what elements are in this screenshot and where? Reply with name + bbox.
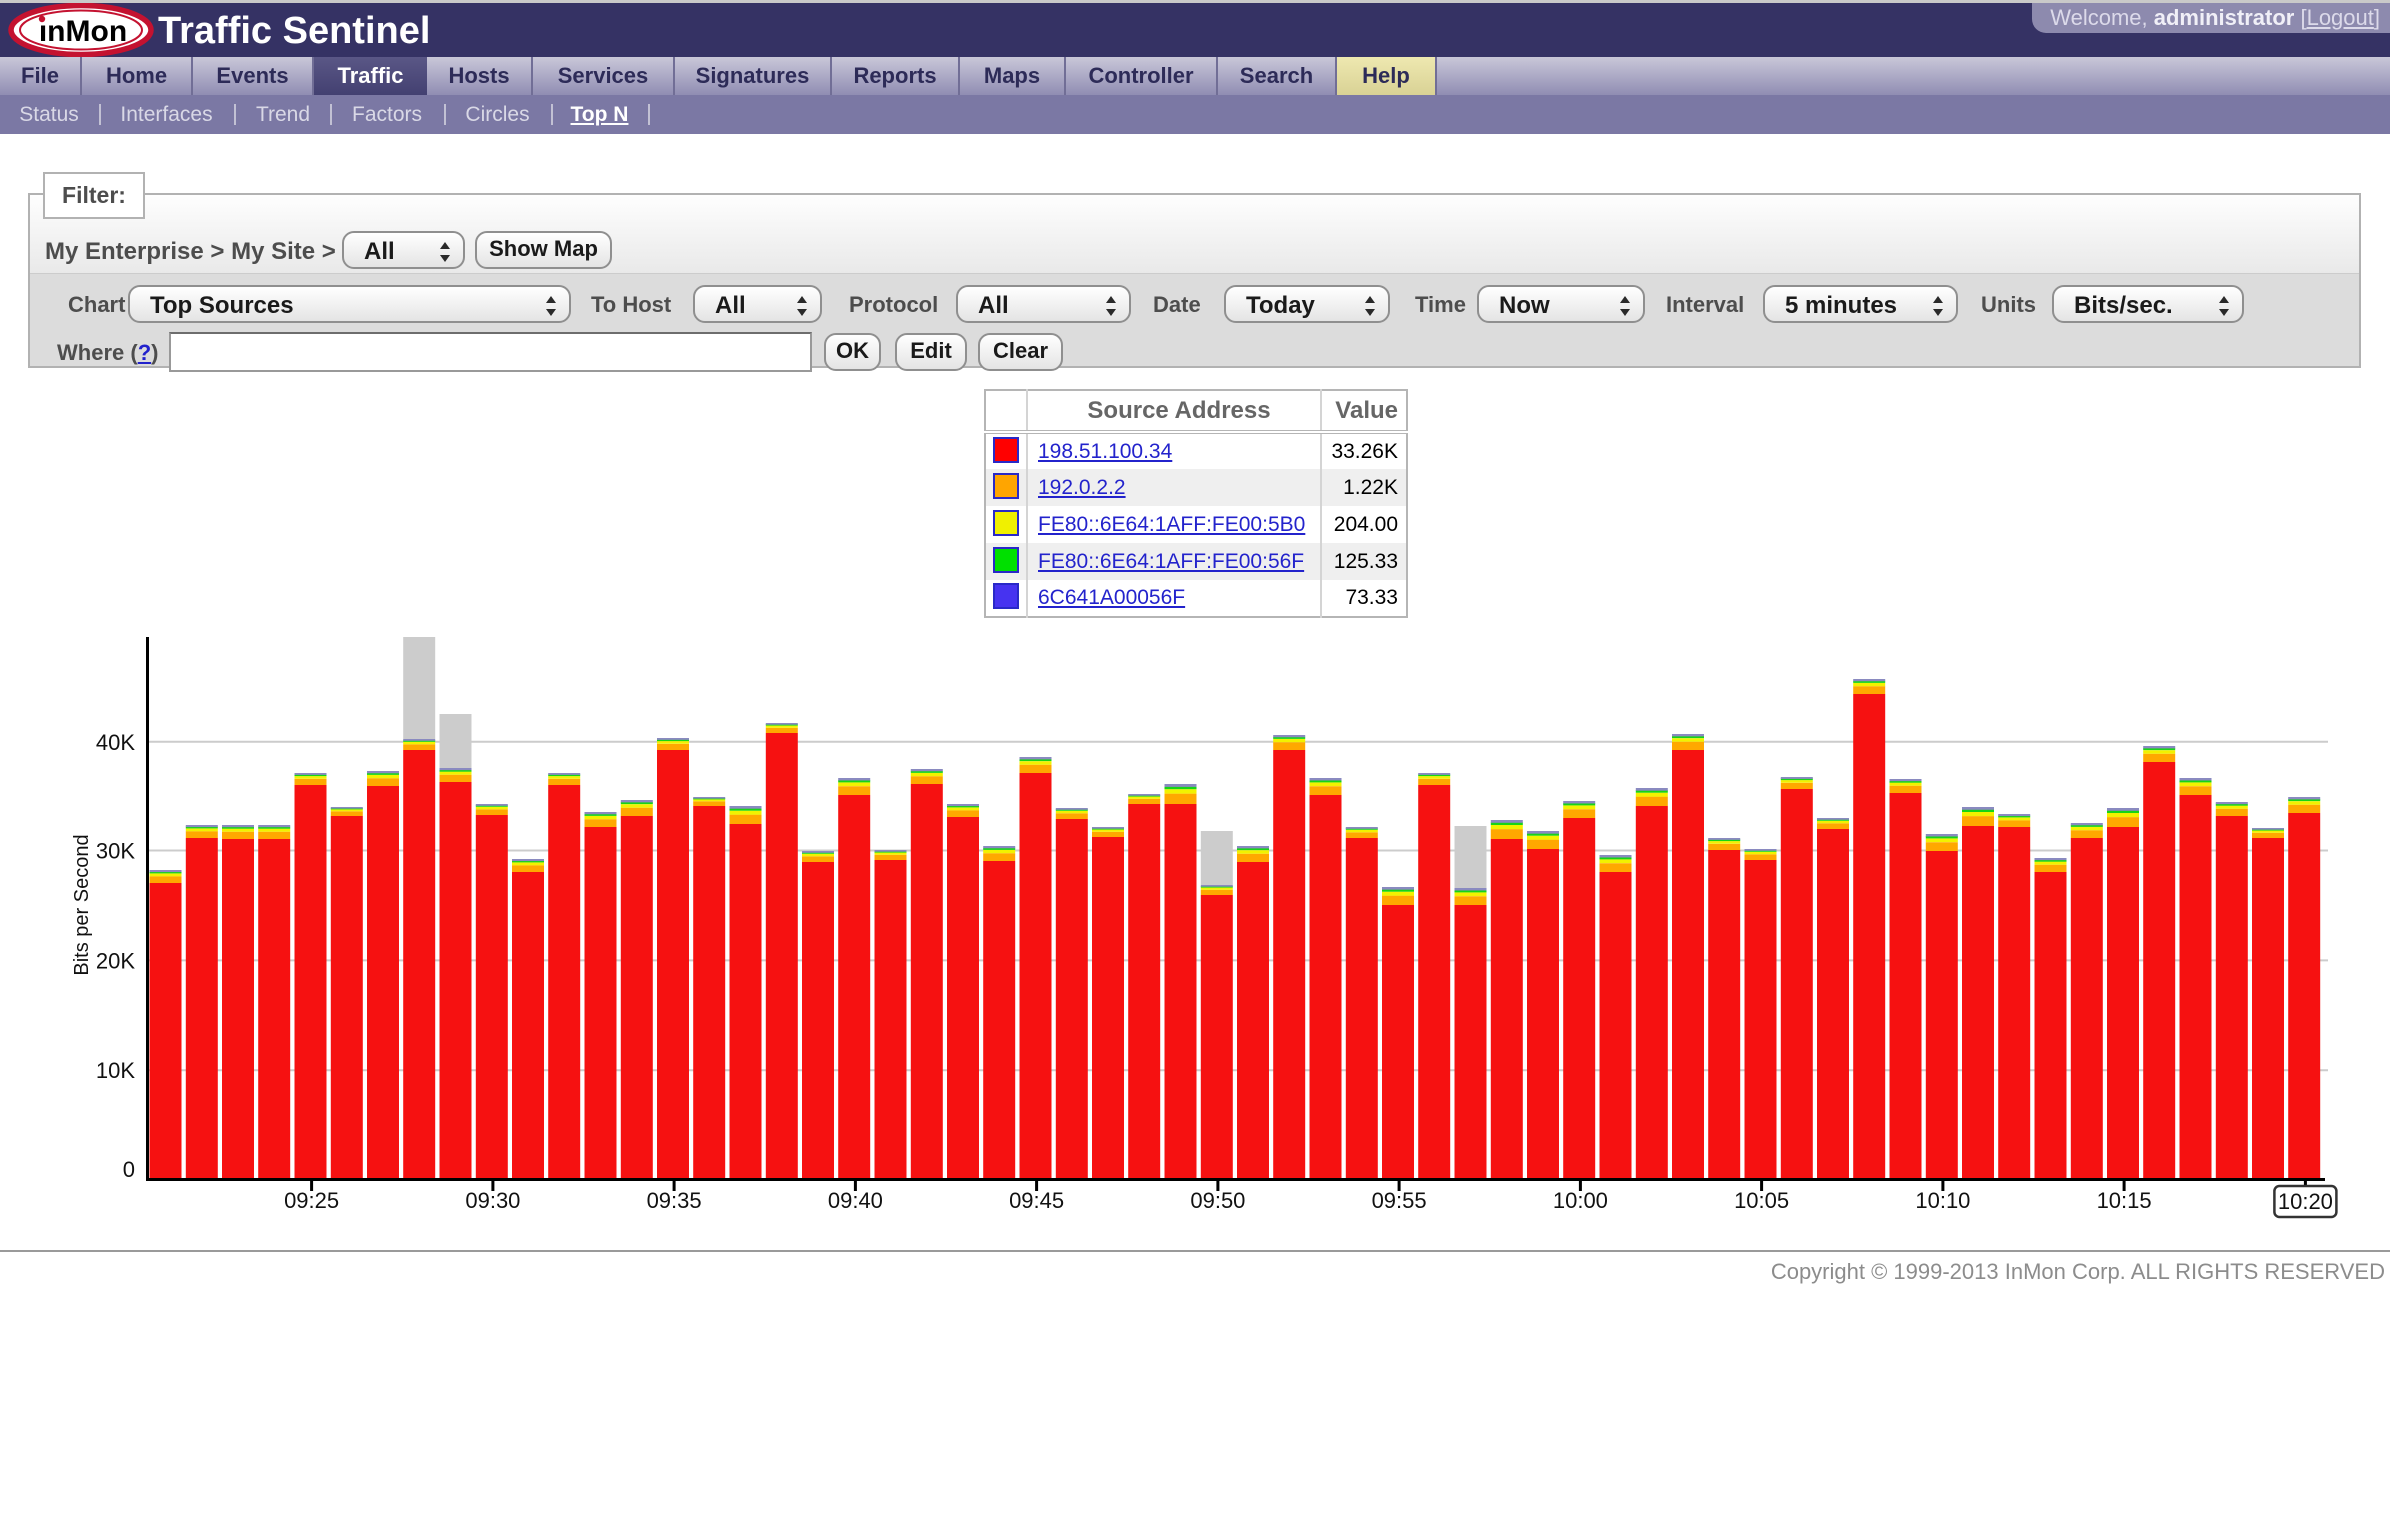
svg-text:10K: 10K [96, 1058, 135, 1083]
svg-text:09:55: 09:55 [1372, 1188, 1427, 1213]
svg-text:10:10: 10:10 [1915, 1188, 1970, 1213]
svg-text:10:20: 10:20 [2278, 1189, 2333, 1214]
svg-text:09:25: 09:25 [284, 1188, 339, 1213]
svg-text:20K: 20K [96, 948, 135, 973]
svg-text:30K: 30K [96, 839, 135, 864]
svg-text:10:00: 10:00 [1553, 1188, 1608, 1213]
svg-text:09:35: 09:35 [647, 1188, 702, 1213]
svg-text:09:30: 09:30 [465, 1188, 520, 1213]
svg-text:10:15: 10:15 [2097, 1188, 2152, 1213]
svg-text:09:40: 09:40 [828, 1188, 883, 1213]
svg-text:09:50: 09:50 [1190, 1188, 1245, 1213]
svg-text:09:45: 09:45 [1009, 1188, 1064, 1213]
svg-text:Bits per Second: Bits per Second [71, 834, 93, 975]
svg-text:10:05: 10:05 [1734, 1188, 1789, 1213]
svg-text:40K: 40K [96, 730, 135, 755]
svg-text:ınMon: ınMon [39, 15, 127, 48]
svg-text:0: 0 [123, 1157, 135, 1182]
